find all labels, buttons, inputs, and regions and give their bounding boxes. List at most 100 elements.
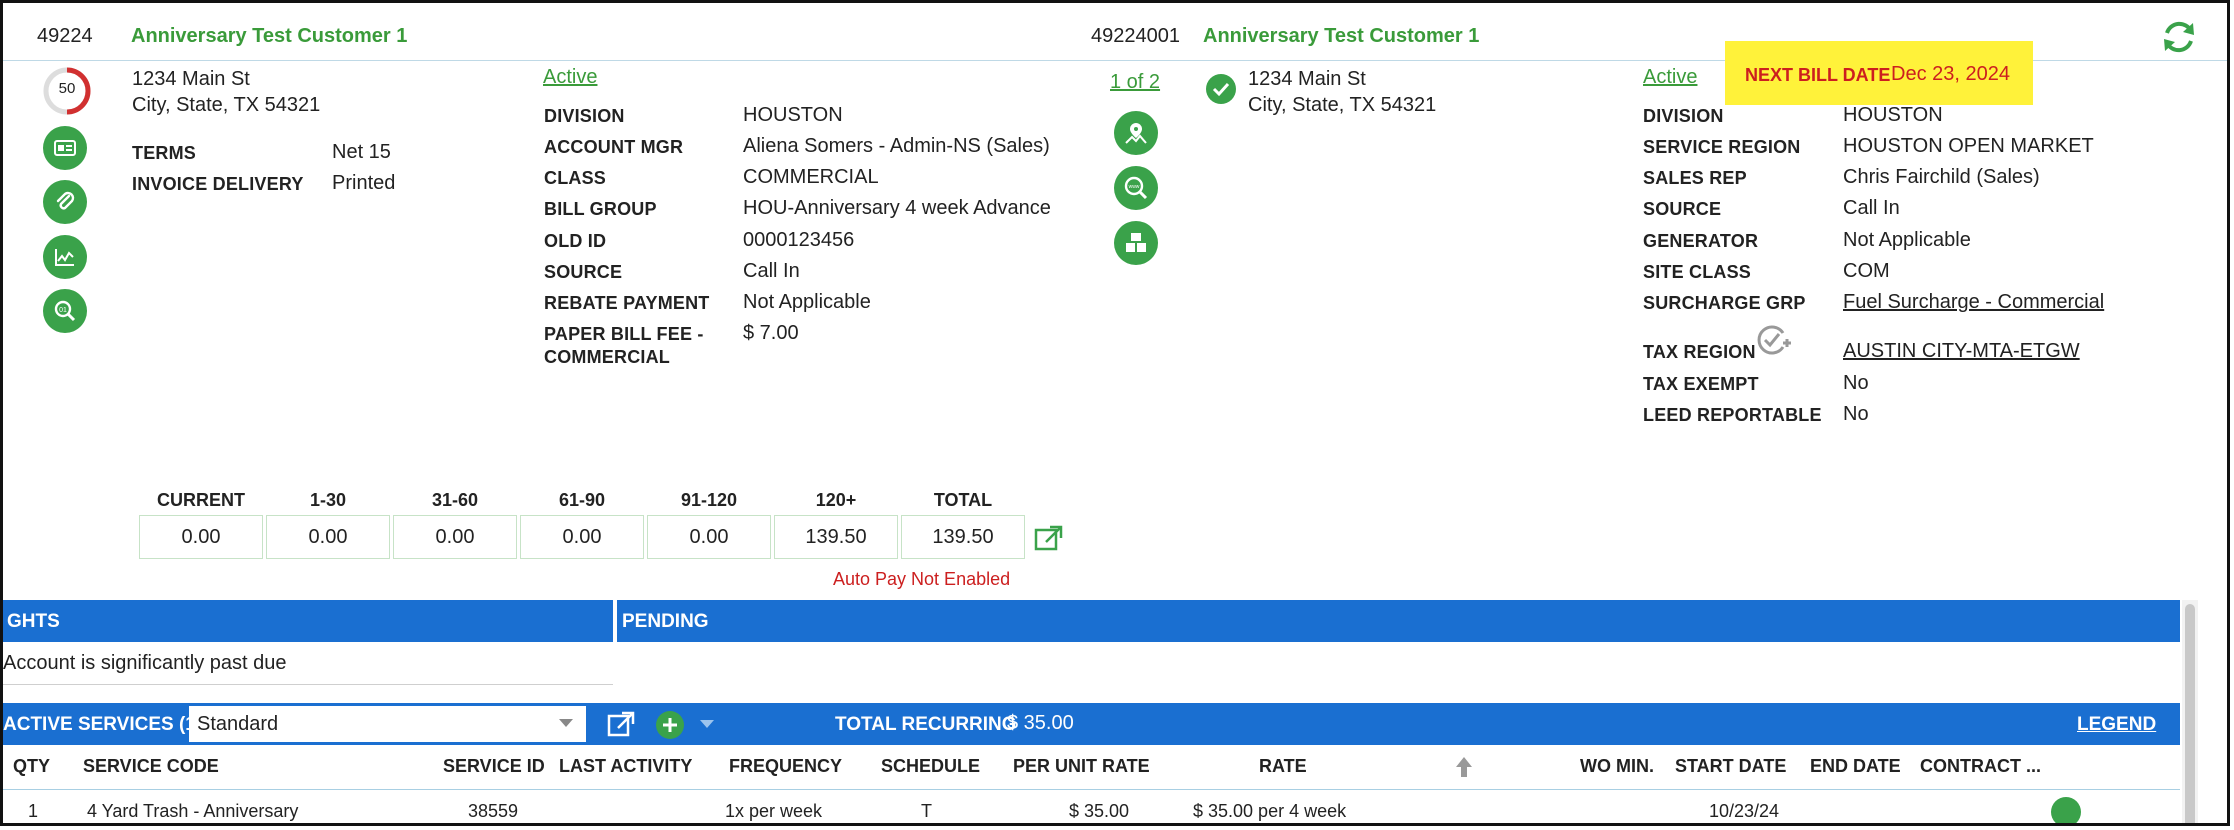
leed-label: LEED REPORTABLE	[1643, 405, 1822, 425]
row-frequency: 1x per week	[725, 801, 823, 821]
row-start-date: 10/23/24	[1709, 801, 1780, 821]
legend-link[interactable]: LEGEND	[2077, 714, 2156, 736]
table-row[interactable]: 1 4 Yard Trash - Anniversary 38559 1x pe…	[3, 791, 2180, 823]
account-name[interactable]: Anniversary Test Customer 1	[131, 25, 407, 48]
site-pager[interactable]: 1 of 2	[1110, 71, 1160, 94]
insights-bar: GHTS	[3, 600, 613, 642]
invoice-delivery-value: Printed	[332, 172, 396, 194]
score-gauge: 50	[41, 65, 93, 117]
total-recurring-value: $ 35.00	[1007, 712, 1074, 734]
surcharge-link[interactable]: Fuel Surcharge - Commercial	[1843, 291, 2104, 314]
site-field-value: Chris Fairchild (Sales)	[1843, 166, 2040, 188]
column-header[interactable]: SERVICE CODE	[83, 756, 219, 777]
column-header[interactable]: PER UNIT RATE	[1013, 756, 1150, 777]
aging-header: 61-90	[558, 490, 606, 510]
table-divider	[3, 789, 2180, 790]
site-field-label: GENERATOR	[1643, 231, 1759, 251]
column-header[interactable]: SCHEDULE	[881, 756, 980, 777]
search-account-icon[interactable]: 01	[43, 289, 87, 333]
contact-card-icon[interactable]	[43, 126, 87, 170]
column-header[interactable]: END DATE	[1810, 756, 1901, 777]
row-per-unit-rate: $ 35.00	[1069, 801, 1130, 821]
paper-fee-value: $ 7.00	[743, 322, 799, 344]
column-header[interactable]: SERVICE ID	[443, 756, 545, 777]
map-pin-icon[interactable]	[1114, 111, 1158, 155]
verified-check-icon	[1206, 74, 1236, 104]
account-address-line1: 1234 Main St	[132, 68, 250, 90]
svg-text:01: 01	[59, 307, 67, 314]
aging-value: 139.50	[901, 515, 1025, 559]
account-field-value: Not Applicable	[743, 291, 871, 313]
site-name[interactable]: Anniversary Test Customer 1	[1203, 25, 1479, 48]
total-recurring-label: TOTAL RECURRING	[835, 714, 1017, 735]
terms-label: TERMS	[132, 143, 196, 163]
containers-icon[interactable]	[1114, 221, 1158, 265]
leed-value: No	[1843, 403, 1869, 425]
web-search-icon[interactable]: www	[1114, 166, 1158, 210]
chart-icon[interactable]	[43, 235, 87, 279]
scrollbar-thumb[interactable]	[2185, 604, 2195, 823]
account-field-value: HOU-Anniversary 4 week Advance	[743, 197, 1051, 219]
site-address-line2: City, State, TX 54321	[1248, 94, 1437, 116]
row-rate: $ 35.00 per 4 week	[1193, 801, 1347, 821]
account-field-value: 0000123456	[743, 229, 855, 251]
insights-title: GHTS	[7, 611, 60, 632]
active-services-title: ACTIVE SERVICES (1)	[3, 714, 203, 735]
paperclip-icon[interactable]	[43, 180, 87, 224]
pending-title: PENDING	[622, 611, 709, 632]
row-schedule: T	[921, 801, 932, 821]
next-bill-date-value: Dec 23, 2024	[1891, 63, 2010, 85]
pending-bar: PENDING	[617, 600, 2180, 642]
refresh-icon[interactable]	[2159, 17, 2203, 57]
column-header[interactable]: FREQUENCY	[729, 756, 842, 777]
site-field-value: HOUSTON OPEN MARKET	[1843, 135, 2094, 157]
account-field-label: DIVISION	[544, 106, 625, 126]
surcharge-label: SURCHARGE GRP	[1643, 293, 1806, 313]
aging-value: 0.00	[139, 515, 263, 559]
site-status-link[interactable]: Active	[1643, 66, 1697, 89]
account-field-label: SOURCE	[544, 262, 623, 282]
tax-verify-icon[interactable]	[1755, 323, 1791, 357]
column-header[interactable]: WO MIN.	[1580, 756, 1654, 777]
next-bill-date-label: NEXT BILL DATE	[1745, 65, 1891, 85]
open-services-icon[interactable]	[606, 710, 636, 738]
account-field-label: REBATE PAYMENT	[544, 293, 710, 313]
aging-header: TOTAL	[933, 490, 993, 510]
site-field-value: Call In	[1843, 197, 1900, 219]
column-header[interactable]: START DATE	[1675, 756, 1786, 777]
tax-region-link[interactable]: AUSTIN CITY-MTA-ETGW	[1843, 340, 2080, 363]
tax-exempt-value: No	[1843, 372, 1869, 394]
aging-value: 139.50	[774, 515, 898, 559]
external-link-icon[interactable]	[1033, 524, 1065, 552]
column-header[interactable]: LAST ACTIVITY	[559, 756, 692, 777]
service-filter-select[interactable]: Standard	[189, 706, 586, 742]
next-bill-date-highlight: NEXT BILL DATE Dec 23, 2024	[1725, 41, 2033, 105]
tax-exempt-label: TAX EXEMPT	[1643, 374, 1759, 394]
terms-value: Net 15	[332, 141, 391, 163]
account-field-label: OLD ID	[544, 231, 607, 251]
account-field-value: HOUSTON	[743, 104, 843, 126]
add-menu-chevron-icon[interactable]	[700, 720, 714, 728]
column-header[interactable]: CONTRACT ...	[1920, 756, 2041, 777]
paper-fee-label-line2: COMMERCIAL	[544, 347, 670, 367]
account-field-label: BILL GROUP	[544, 199, 657, 219]
row-status-icon[interactable]	[2051, 797, 2081, 823]
add-service-icon[interactable]	[656, 711, 684, 739]
svg-text:www: www	[1129, 184, 1140, 190]
row-service-code[interactable]: 4 Yard Trash - Anniversary	[87, 801, 298, 822]
sort-arrow-icon[interactable]	[1453, 755, 1475, 779]
aging-value: 0.00	[393, 515, 517, 559]
aging-value: 0.00	[520, 515, 644, 559]
site-field-label: DIVISION	[1643, 106, 1724, 126]
insight-divider	[3, 684, 613, 685]
scrollbar-track[interactable]	[2182, 600, 2198, 823]
site-id: 49224001	[1091, 25, 1180, 47]
account-status-link[interactable]: Active	[543, 66, 597, 89]
column-header[interactable]: RATE	[1259, 756, 1307, 777]
column-header[interactable]: QTY	[13, 756, 50, 777]
site-field-value: Not Applicable	[1843, 229, 1971, 251]
account-field-label: ACCOUNT MGR	[544, 137, 684, 157]
site-field-label: SITE CLASS	[1643, 262, 1752, 282]
site-field-label: SALES REP	[1643, 168, 1747, 188]
account-panel: 49224 Anniversary Test Customer 1 492240…	[0, 0, 2230, 826]
